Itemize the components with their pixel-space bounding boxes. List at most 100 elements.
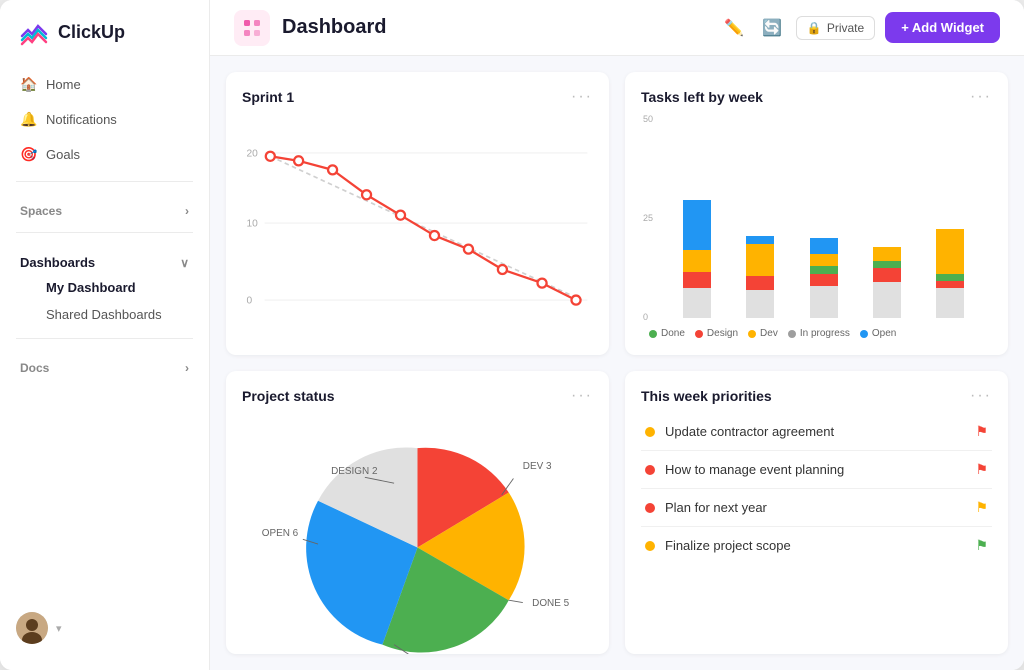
svg-text:20: 20 <box>247 148 259 159</box>
sidebar-item-goals[interactable]: 🎯 Goals <box>8 138 201 171</box>
legend-label-in-progress: In progress <box>800 328 850 339</box>
legend-done: Done <box>649 328 685 339</box>
goals-icon: 🎯 <box>20 146 36 163</box>
sidebar-section-dashboards[interactable]: Dashboards ∨ <box>0 243 209 274</box>
priority-item-4[interactable]: Finalize project scope ⚑ <box>641 527 992 564</box>
svg-text:DESIGN 2: DESIGN 2 <box>331 466 378 477</box>
bar-segment <box>746 236 774 244</box>
priority-flag-4: ⚑ <box>975 537 988 554</box>
sprint-widget: Sprint 1 ··· 20 10 0 <box>226 72 609 355</box>
sidebar-item-shared-dashboards[interactable]: Shared Dashboards <box>8 301 201 328</box>
priority-item-3[interactable]: Plan for next year ⚑ <box>641 489 992 527</box>
sidebar-section-spaces[interactable]: Spaces › <box>0 192 209 222</box>
priority-label-4: Finalize project scope <box>665 538 965 553</box>
bar-segment <box>746 244 774 276</box>
dashboards-chevron: ∨ <box>180 256 189 270</box>
bar-group-2 <box>734 158 785 318</box>
dashboard-icon <box>234 10 270 46</box>
private-badge[interactable]: 🔒 Private <box>796 16 875 40</box>
bar-group-3 <box>798 158 849 318</box>
legend-dot-open <box>860 330 868 338</box>
project-status-menu[interactable]: ··· <box>571 387 593 405</box>
sprint-menu[interactable]: ··· <box>571 88 593 106</box>
legend-label-dev: Dev <box>760 328 778 339</box>
priority-dot-3 <box>645 503 655 513</box>
y-label-0: 0 <box>643 312 653 322</box>
sidebar-item-notifications[interactable]: 🔔 Notifications <box>8 103 201 136</box>
pie-chart-area: DESIGN 2 DEV 3 DONE 5 IN PROGRESS 5 OPEN… <box>242 413 593 654</box>
pie-svg: DESIGN 2 DEV 3 DONE 5 IN PROGRESS 5 OPEN… <box>242 413 593 654</box>
bar-segment <box>873 282 901 318</box>
priority-dot-1 <box>645 427 655 437</box>
priorities-title: This week priorities <box>641 388 772 404</box>
my-dashboard-label: My Dashboard <box>46 280 136 295</box>
logo-text: ClickUp <box>58 22 125 43</box>
topbar-actions: ✏️ 🔄 🔒 Private + Add Widget <box>720 12 1000 43</box>
bar-segment <box>746 290 774 318</box>
y-label-50: 50 <box>643 114 653 124</box>
priority-label-2: How to manage event planning <box>665 462 965 477</box>
priority-flag-2: ⚑ <box>975 461 988 478</box>
avatar[interactable] <box>16 612 48 644</box>
pencil-icon[interactable]: ✏️ <box>720 14 748 42</box>
lock-icon: 🔒 <box>807 21 822 35</box>
sidebar: ClickUp 🏠 Home 🔔 Notifications 🎯 Goals S… <box>0 0 210 670</box>
priorities-header: This week priorities ··· <box>641 387 992 405</box>
bar-segment <box>936 229 964 274</box>
main-content: Dashboard ✏️ 🔄 🔒 Private + Add Widget Sp… <box>210 0 1024 670</box>
legend-design: Design <box>695 328 738 339</box>
legend-dot-in-progress <box>788 330 796 338</box>
bar-segment <box>683 272 711 288</box>
bar-segment <box>936 288 964 318</box>
svg-text:0: 0 <box>247 295 253 306</box>
logo-icon <box>18 16 50 48</box>
legend-dot-done <box>649 330 657 338</box>
docs-chevron: › <box>185 361 189 375</box>
bar-segment <box>873 247 901 261</box>
project-status-title: Project status <box>242 388 335 404</box>
sidebar-item-my-dashboard[interactable]: My Dashboard <box>8 274 201 301</box>
bar-segment <box>810 254 838 266</box>
bar-chart-area: 50 25 0 <box>641 114 992 339</box>
legend-open: Open <box>860 328 896 339</box>
private-label: Private <box>827 21 864 35</box>
sidebar-item-home[interactable]: 🏠 Home <box>8 68 201 101</box>
home-icon: 🏠 <box>20 76 36 93</box>
bar-group-1 <box>671 158 722 318</box>
tasks-week-menu[interactable]: ··· <box>970 88 992 106</box>
legend-dot-dev <box>748 330 756 338</box>
bar-segment <box>810 286 838 318</box>
priority-flag-1: ⚑ <box>975 423 988 440</box>
shared-dashboards-label: Shared Dashboards <box>46 307 162 322</box>
sidebar-divider-1 <box>16 181 193 182</box>
tasks-week-header: Tasks left by week ··· <box>641 88 992 106</box>
topbar: Dashboard ✏️ 🔄 🔒 Private + Add Widget <box>210 0 1024 56</box>
bar-group-4 <box>861 158 912 318</box>
sidebar-section-docs[interactable]: Docs › <box>0 349 209 379</box>
priority-dot-4 <box>645 541 655 551</box>
priority-item-2[interactable]: How to manage event planning ⚑ <box>641 451 992 489</box>
docs-label: Docs <box>20 361 49 375</box>
legend-label-open: Open <box>872 328 896 339</box>
add-widget-button[interactable]: + Add Widget <box>885 12 1000 43</box>
dashboards-label: Dashboards <box>20 255 95 270</box>
priority-item-1[interactable]: Update contractor agreement ⚑ <box>641 413 992 451</box>
bar-segment <box>873 268 901 282</box>
sidebar-divider-2 <box>16 232 193 233</box>
legend-dot-design <box>695 330 703 338</box>
priority-label-1: Update contractor agreement <box>665 424 965 439</box>
bar-segment <box>810 266 838 274</box>
chevron-down-icon: ▾ <box>56 622 62 635</box>
legend-dev: Dev <box>748 328 778 339</box>
refresh-icon[interactable]: 🔄 <box>758 14 786 42</box>
svg-text:DEV 3: DEV 3 <box>523 461 552 472</box>
priorities-menu[interactable]: ··· <box>970 387 992 405</box>
tasks-week-widget: Tasks left by week ··· 50 25 0 <box>625 72 1008 355</box>
sidebar-item-label-notifications: Notifications <box>46 112 117 127</box>
priorities-widget: This week priorities ··· Update contract… <box>625 371 1008 654</box>
page-title: Dashboard <box>282 16 386 39</box>
sprint-title: Sprint 1 <box>242 89 294 105</box>
tasks-week-title: Tasks left by week <box>641 89 763 105</box>
dashboard-grid: Sprint 1 ··· 20 10 0 <box>210 56 1024 670</box>
priority-dot-2 <box>645 465 655 475</box>
